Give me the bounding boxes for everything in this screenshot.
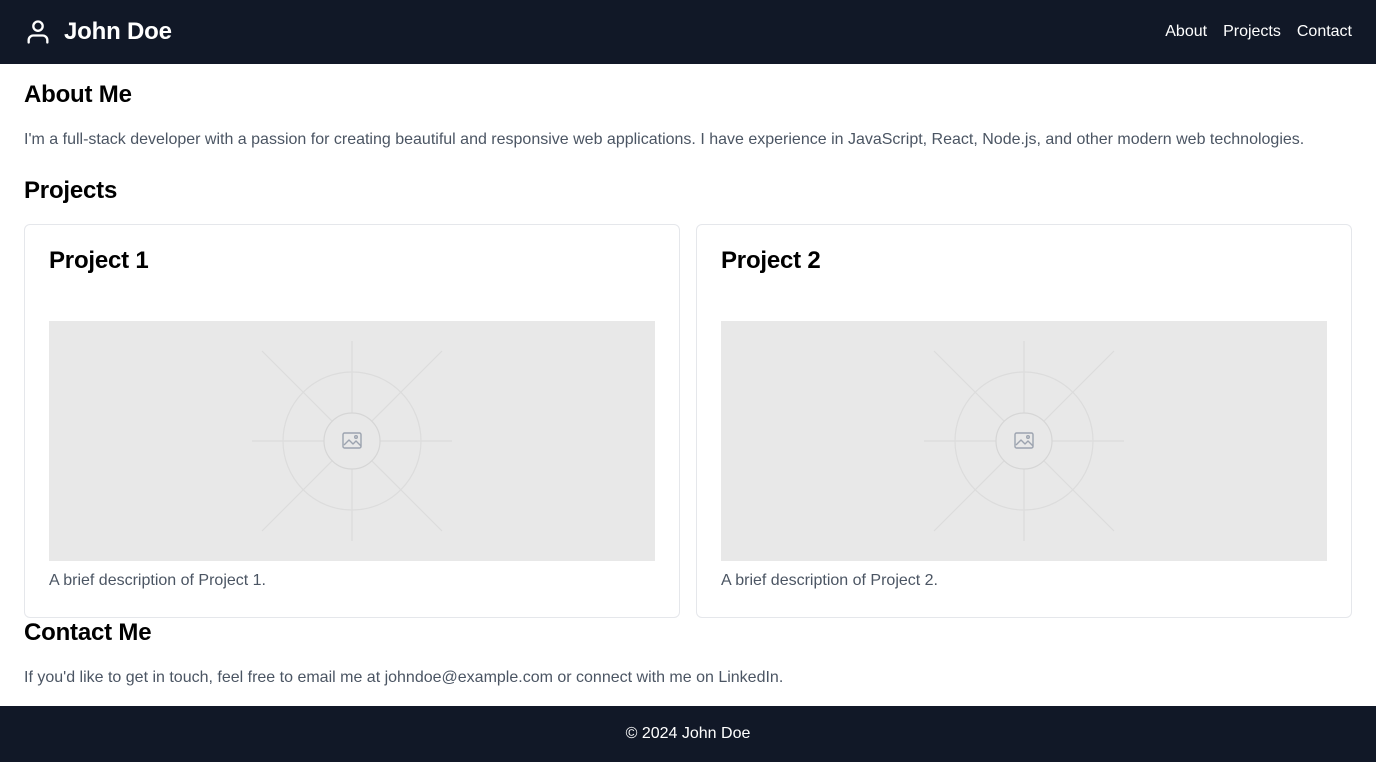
site-footer: © 2024 John Doe bbox=[0, 706, 1376, 762]
image-placeholder-icon bbox=[252, 341, 452, 541]
project-title: Project 1 bbox=[49, 247, 149, 274]
project-image bbox=[49, 321, 655, 561]
contact-heading: Contact Me bbox=[24, 619, 152, 646]
about-heading: About Me bbox=[24, 81, 132, 108]
project-card-1: Project 1 A brief description of Project… bbox=[24, 224, 680, 618]
copyright-text: © 2024 John Doe bbox=[625, 725, 751, 742]
about-text: I'm a full-stack developer with a passio… bbox=[24, 131, 1305, 148]
main-nav: About Projects Contact bbox=[1165, 23, 1352, 41]
brand-name: John Doe bbox=[64, 18, 172, 45]
project-card-2: Project 2 A brief description of Project… bbox=[696, 224, 1352, 618]
project-title: Project 2 bbox=[721, 247, 821, 274]
nav-link-contact[interactable]: Contact bbox=[1297, 23, 1352, 41]
project-image bbox=[721, 321, 1327, 561]
project-cards: Project 1 A brief description of Project… bbox=[24, 224, 1352, 618]
brand-link[interactable]: John Doe bbox=[24, 18, 172, 46]
contact-text: If you'd like to get in touch, feel free… bbox=[24, 669, 784, 686]
projects-heading: Projects bbox=[24, 177, 118, 204]
nav-link-about[interactable]: About bbox=[1165, 23, 1207, 41]
page: John Doe About Projects Contact About Me… bbox=[0, 0, 1376, 762]
project-description: A brief description of Project 2. bbox=[721, 572, 938, 589]
site-header: John Doe About Projects Contact bbox=[0, 0, 1376, 64]
user-icon bbox=[24, 18, 52, 46]
project-description: A brief description of Project 1. bbox=[49, 572, 266, 589]
nav-link-projects[interactable]: Projects bbox=[1223, 23, 1281, 41]
image-placeholder-icon bbox=[924, 341, 1124, 541]
